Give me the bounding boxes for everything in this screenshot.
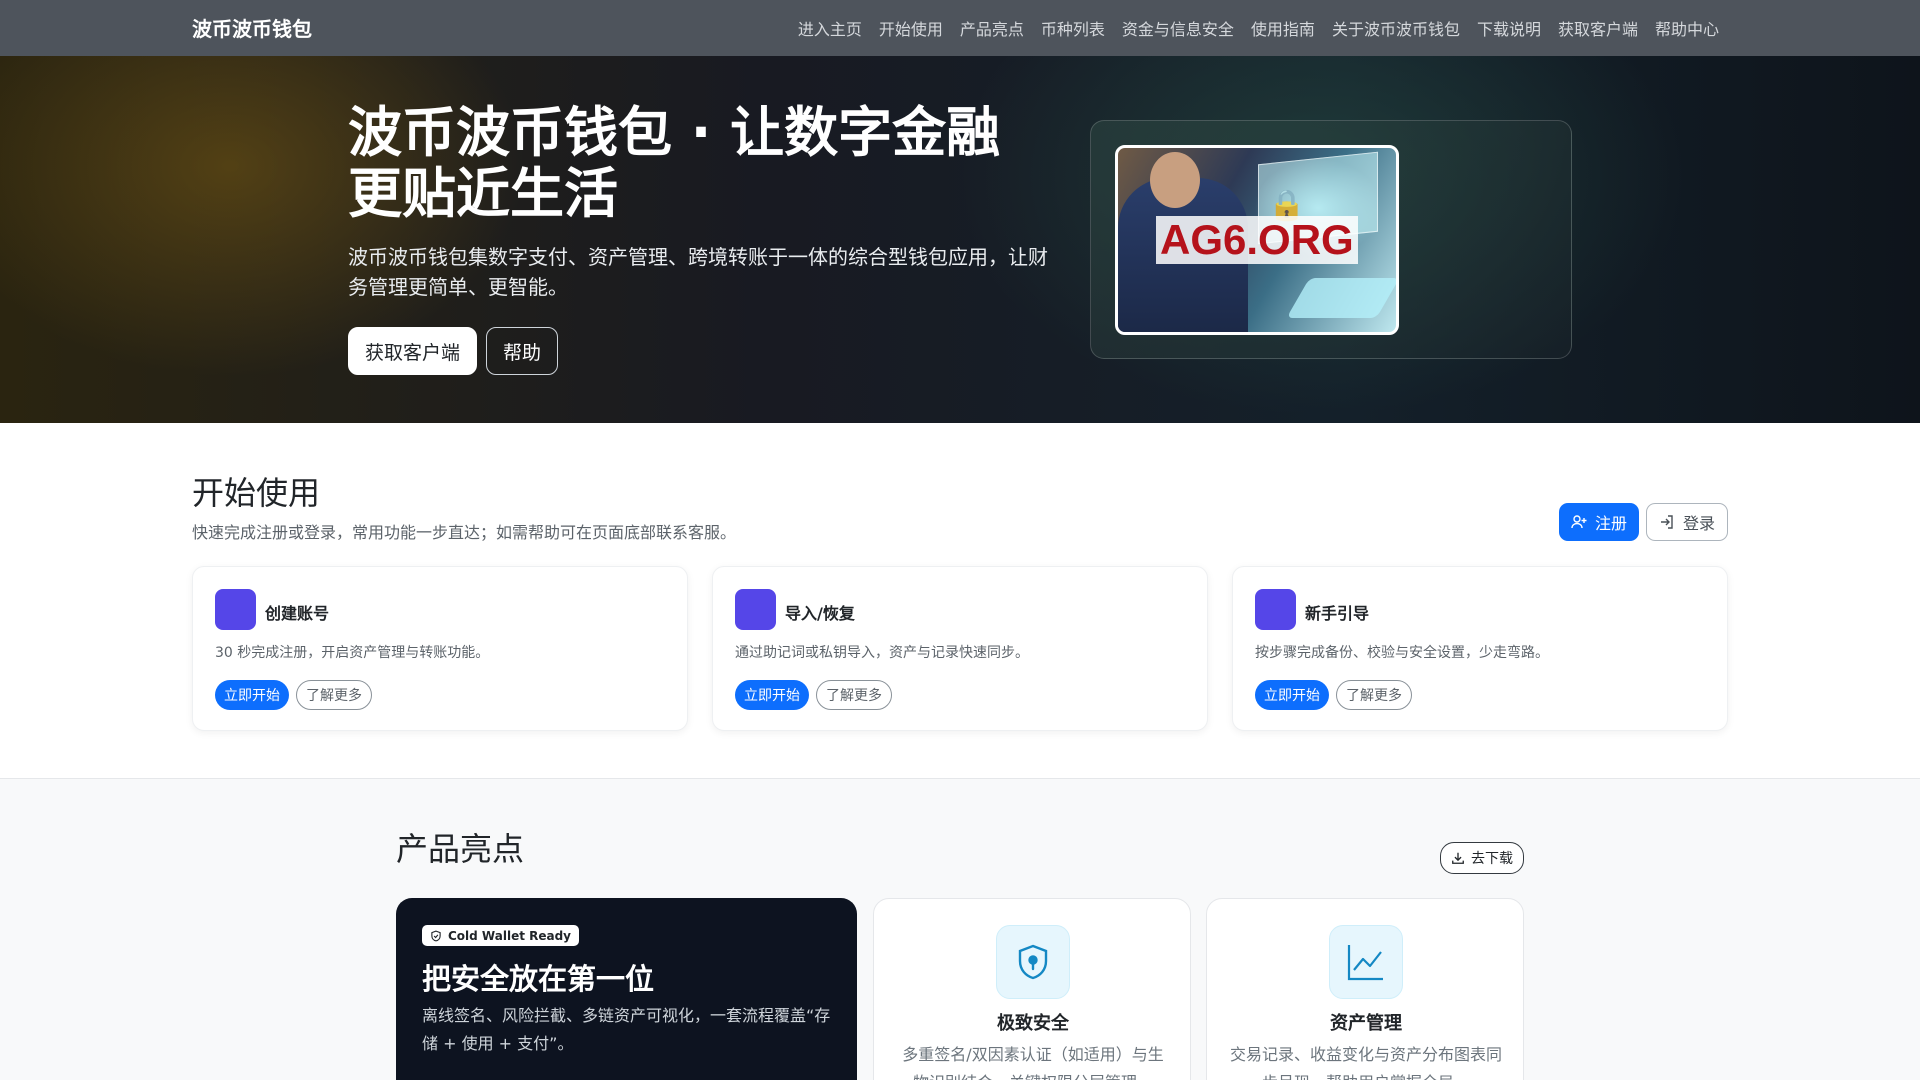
card-import-restore: 导入/恢复 通过助记词或私钥导入，资产与记录快速同步。 立即开始 了解更多 xyxy=(712,566,1208,731)
nav-link-home[interactable]: 进入主页 xyxy=(798,16,862,40)
person-head xyxy=(1150,152,1200,208)
card-title: 导入/恢复 xyxy=(785,604,855,623)
start-now-button[interactable]: 立即开始 xyxy=(1255,680,1329,710)
feature-description: 多重签名/双因素认证（如适用）与生物识别结合，关键权限分层管理。 xyxy=(902,1045,1164,1080)
highlights-section: 产品亮点 去下载 Cold Wallet Ready 把安全放在第一位 离线签名… xyxy=(0,779,1920,1080)
shield-check-icon xyxy=(431,930,441,941)
tablet-shape xyxy=(1286,278,1396,318)
section-subtitle-get-started: 快速完成注册或登录，常用功能一步直达；如需帮助可在页面底部联系客服。 xyxy=(192,523,737,542)
card-buttons: 立即开始 了解更多 xyxy=(735,680,892,710)
feature-card-security: 极致安全 多重签名/双因素认证（如适用）与生物识别结合，关键权限分层管理。 xyxy=(873,898,1191,1080)
login-button[interactable]: 登录 xyxy=(1645,503,1728,541)
start-cards: 创建账号 30 秒完成注册，开启资产管理与转账功能。 立即开始 了解更多 导入/… xyxy=(192,566,1728,731)
card-create-account: 创建账号 30 秒完成注册，开启资产管理与转账功能。 立即开始 了解更多 xyxy=(192,566,688,731)
feature-icon-box xyxy=(1329,925,1403,999)
feature-title: 资产管理 xyxy=(1330,1013,1402,1034)
nav-link-get-client[interactable]: 获取客户端 xyxy=(1558,16,1638,40)
learn-more-button[interactable]: 了解更多 xyxy=(1336,680,1412,710)
learn-more-button[interactable]: 了解更多 xyxy=(296,680,372,710)
nav-link-help-center[interactable]: 帮助中心 xyxy=(1655,16,1719,40)
section-title-highlights: 产品亮点 xyxy=(396,830,525,868)
nav-link-guide[interactable]: 使用指南 xyxy=(1251,16,1315,40)
nav-link-about[interactable]: 关于波币波币钱包 xyxy=(1332,16,1460,40)
feature-card-asset-management: 资产管理 交易记录、收益变化与资产分布图表同步呈现，帮助用户掌握全局。 xyxy=(1206,898,1524,1080)
help-button[interactable]: 帮助 xyxy=(486,327,559,375)
cold-wallet-badge: Cold Wallet Ready xyxy=(422,925,580,946)
card-description: 通过助记词或私钥导入，资产与记录快速同步。 xyxy=(735,645,1029,661)
card-beginner-guide: 新手引导 按步骤完成备份、校验与安全设置，少走弯路。 立即开始 了解更多 xyxy=(1232,566,1728,731)
hero-section: 波币波币钱包 · 让数字金融更贴近生活 波币波币钱包集数字支付、资产管理、跨境转… xyxy=(0,56,1920,423)
nav-links: 进入主页 开始使用 产品亮点 币种列表 资金与信息安全 使用指南 关于波币波币钱… xyxy=(798,0,1719,56)
login-arrow-icon xyxy=(1660,515,1673,529)
dark-card-title: 把安全放在第一位 xyxy=(422,962,655,996)
card-icon-square xyxy=(1255,589,1296,630)
shield-lock-icon xyxy=(1018,944,1048,980)
hero-title: 波币波币钱包 · 让数字金融更贴近生活 xyxy=(348,101,1001,225)
feature-description: 交易记录、收益变化与资产分布图表同步呈现，帮助用户掌握全局。 xyxy=(1229,1045,1502,1080)
card-description: 按步骤完成备份、校验与安全设置，少走弯路。 xyxy=(1255,645,1549,661)
security-feature-card: Cold Wallet Ready 把安全放在第一位 离线签名、风险拦截、多链资… xyxy=(396,898,857,1080)
card-buttons: 立即开始 了解更多 xyxy=(215,680,372,710)
feature-icon-box xyxy=(996,925,1070,999)
badge-label: Cold Wallet Ready xyxy=(448,928,572,943)
hero-buttons: 获取客户端 帮助 xyxy=(348,327,559,375)
learn-more-button[interactable]: 了解更多 xyxy=(816,680,892,710)
hero-image: 🔒 AG6.ORG xyxy=(1115,145,1399,335)
card-description: 30 秒完成注册，开启资产管理与转账功能。 xyxy=(215,645,490,661)
register-label: 注册 xyxy=(1594,514,1627,533)
card-title: 新手引导 xyxy=(1305,604,1370,623)
get-client-button[interactable]: 获取客户端 xyxy=(348,327,478,375)
nav-link-highlights[interactable]: 产品亮点 xyxy=(960,16,1024,40)
person-plus-icon xyxy=(1571,515,1587,529)
hero-subtitle: 波币波币钱包集数字支付、资产管理、跨境转账于一体的综合型钱包应用，让财务管理更简… xyxy=(348,245,1048,299)
go-download-button[interactable]: 去下载 xyxy=(1440,842,1524,874)
dark-card-description: 离线签名、风险拦截、多链资产可视化，一套流程覆盖“存储 + 使用 + 支付”。 xyxy=(422,1006,831,1053)
feature-title: 极致安全 xyxy=(997,1013,1069,1034)
auth-buttons: 注册 登录 xyxy=(1558,503,1728,541)
top-navbar: 波币波币钱包 进入主页 开始使用 产品亮点 币种列表 资金与信息安全 使用指南 … xyxy=(0,0,1920,56)
nav-link-download-info[interactable]: 下载说明 xyxy=(1477,16,1541,40)
watermark-text: AG6.ORG xyxy=(1156,216,1358,264)
start-now-button[interactable]: 立即开始 xyxy=(215,680,289,710)
login-label: 登录 xyxy=(1682,514,1715,533)
line-chart-icon xyxy=(1347,945,1383,981)
get-started-section: 开始使用 快速完成注册或登录，常用功能一步直达；如需帮助可在页面底部联系客服。 … xyxy=(0,423,1920,779)
nav-link-coins[interactable]: 币种列表 xyxy=(1041,16,1105,40)
go-download-label: 去下载 xyxy=(1471,851,1513,867)
hero-image-card: 🔒 AG6.ORG xyxy=(1090,120,1572,359)
register-button[interactable]: 注册 xyxy=(1558,503,1639,541)
start-now-button[interactable]: 立即开始 xyxy=(735,680,809,710)
card-icon-square xyxy=(735,589,776,630)
card-icon-square xyxy=(215,589,256,630)
card-title: 创建账号 xyxy=(265,604,330,623)
nav-link-get-started[interactable]: 开始使用 xyxy=(879,16,943,40)
section-title-get-started: 开始使用 xyxy=(192,474,321,512)
nav-link-security[interactable]: 资金与信息安全 xyxy=(1122,16,1234,40)
card-buttons: 立即开始 了解更多 xyxy=(1255,680,1412,710)
brand-logo-text[interactable]: 波币波币钱包 xyxy=(192,13,312,42)
download-icon xyxy=(1452,852,1464,864)
